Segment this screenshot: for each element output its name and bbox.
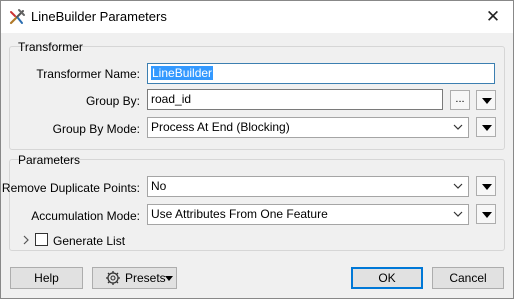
accumulation-mode-label: Accumulation Mode: <box>31 209 140 223</box>
cancel-button[interactable]: Cancel <box>432 267 504 289</box>
ok-button[interactable]: OK <box>351 267 423 289</box>
transformer-name-label: Transformer Name: <box>36 67 140 81</box>
close-icon: ✕ <box>485 7 501 26</box>
group-by-mode-value: Process At End (Blocking) <box>151 120 290 134</box>
group-by-value: road_id <box>151 92 192 106</box>
cancel-label: Cancel <box>449 271 487 285</box>
presets-button[interactable]: Presets <box>92 267 177 289</box>
remove-duplicate-points-label: Remove Duplicate Points: <box>1 181 140 195</box>
gear-icon <box>106 271 120 285</box>
group-by-browse-button[interactable]: ... <box>450 90 470 110</box>
group-by-menu-button[interactable] <box>476 90 496 110</box>
remove-duplicate-points-menu-button[interactable] <box>476 176 496 196</box>
dropdown-arrow-icon <box>165 276 173 281</box>
help-label: Help <box>34 271 59 285</box>
generate-list-label[interactable]: Generate List <box>53 234 125 248</box>
parameters-dialog: LineBuilder Parameters ✕ Transformer Tra… <box>0 0 514 299</box>
ellipsis-icon: ... <box>455 93 465 105</box>
ok-label: OK <box>378 271 396 285</box>
transformer-name-input[interactable]: LineBuilder <box>147 63 495 84</box>
help-button[interactable]: Help <box>10 267 83 289</box>
presets-label: Presets <box>125 271 166 285</box>
transformer-section-title: Transformer <box>18 40 83 54</box>
fme-transformer-icon <box>9 9 25 25</box>
accumulation-mode-value: Use Attributes From One Feature <box>151 207 328 221</box>
remove-duplicate-points-select[interactable]: No <box>147 176 469 197</box>
accumulation-mode-menu-button[interactable] <box>476 204 496 224</box>
chevron-down-icon <box>453 183 463 189</box>
remove-duplicate-points-value: No <box>151 179 167 193</box>
group-by-input[interactable]: road_id <box>147 89 443 110</box>
close-button[interactable]: ✕ <box>481 5 505 29</box>
generate-list-checkbox[interactable] <box>35 233 48 246</box>
group-by-mode-label: Group By Mode: <box>52 122 140 136</box>
title-bar: LineBuilder Parameters ✕ <box>1 1 513 33</box>
chevron-right-icon[interactable] <box>21 234 31 246</box>
group-by-mode-select[interactable]: Process At End (Blocking) <box>147 117 469 138</box>
group-by-mode-menu-button[interactable] <box>476 117 496 137</box>
dialog-title: LineBuilder Parameters <box>31 9 167 24</box>
transformer-name-value: LineBuilder <box>151 66 214 80</box>
accumulation-mode-select[interactable]: Use Attributes From One Feature <box>147 204 469 225</box>
chevron-down-icon <box>453 124 463 130</box>
parameters-section-title: Parameters <box>18 153 81 167</box>
group-by-label: Group By: <box>85 94 140 108</box>
chevron-down-icon <box>453 211 463 217</box>
